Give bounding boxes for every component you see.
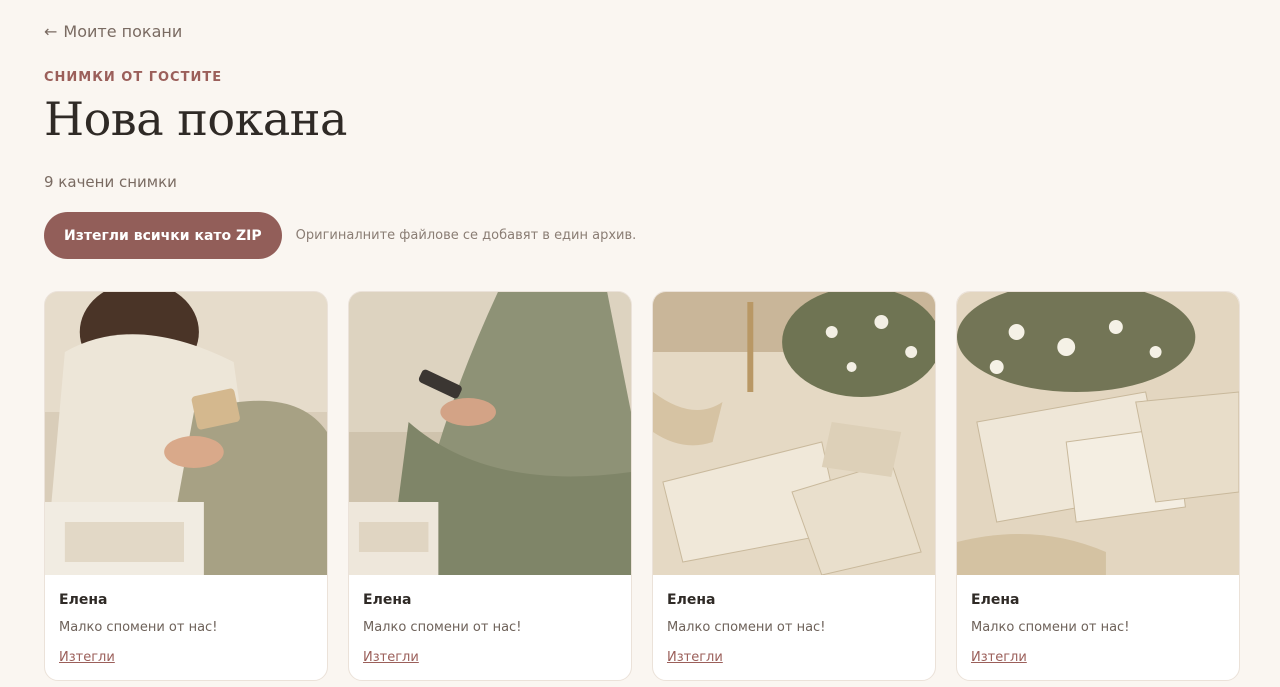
- invitation-flatlay-photo[interactable]: [653, 292, 935, 575]
- download-link[interactable]: Изтегли: [971, 650, 1027, 665]
- section-eyebrow: СНИМКИ ОТ ГОСТИТЕ: [44, 70, 223, 85]
- back-link[interactable]: ← Моите покани: [44, 22, 182, 41]
- author-name: Елена: [667, 592, 716, 608]
- zip-note: Оригиналните файлове се добавят в един а…: [295, 228, 637, 243]
- photo-message: Малко спомени от нас!: [971, 620, 1130, 635]
- photo-card: Елена Малко спомени от нас! Изтегли: [44, 291, 328, 681]
- photo-card: Елена Малко спомени от нас! Изтегли: [348, 291, 632, 681]
- author-name: Елена: [363, 592, 412, 608]
- photo-message: Малко спомени от нас!: [667, 620, 826, 635]
- photo-card: Елена Малко спомени от нас! Изтегли: [956, 291, 1240, 681]
- invitation-flatlay-photo[interactable]: [957, 292, 1239, 575]
- photo-message: Малко спомени от нас!: [363, 620, 522, 635]
- download-zip-button[interactable]: Изтегли всички като ZIP: [44, 212, 282, 259]
- woman-with-phone-photo[interactable]: [349, 292, 631, 575]
- author-name: Елена: [971, 592, 1020, 608]
- photo-card: Елена Малко спомени от нас! Изтегли: [652, 291, 936, 681]
- back-arrow-icon: ←: [44, 22, 58, 41]
- author-name: Елена: [59, 592, 108, 608]
- download-link[interactable]: Изтегли: [59, 650, 115, 665]
- download-link[interactable]: Изтегли: [363, 650, 419, 665]
- back-link-label: Моите покани: [63, 22, 183, 41]
- download-link[interactable]: Изтегли: [667, 650, 723, 665]
- photo-message: Малко спомени от нас!: [59, 620, 218, 635]
- page-title: Нова покана: [44, 92, 347, 146]
- photo-count: 9 качени снимки: [44, 173, 177, 191]
- woman-with-phone-photo[interactable]: [45, 292, 327, 575]
- zip-row: Изтегли всички като ZIP Оригиналните фай…: [44, 212, 636, 259]
- photo-grid: Елена Малко спомени от нас! Изтегли Елен…: [44, 291, 1240, 681]
